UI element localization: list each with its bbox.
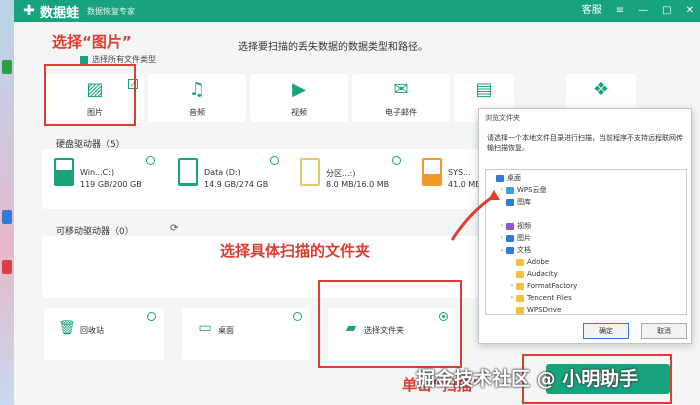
annotation-arrow-icon [450, 190, 500, 241]
